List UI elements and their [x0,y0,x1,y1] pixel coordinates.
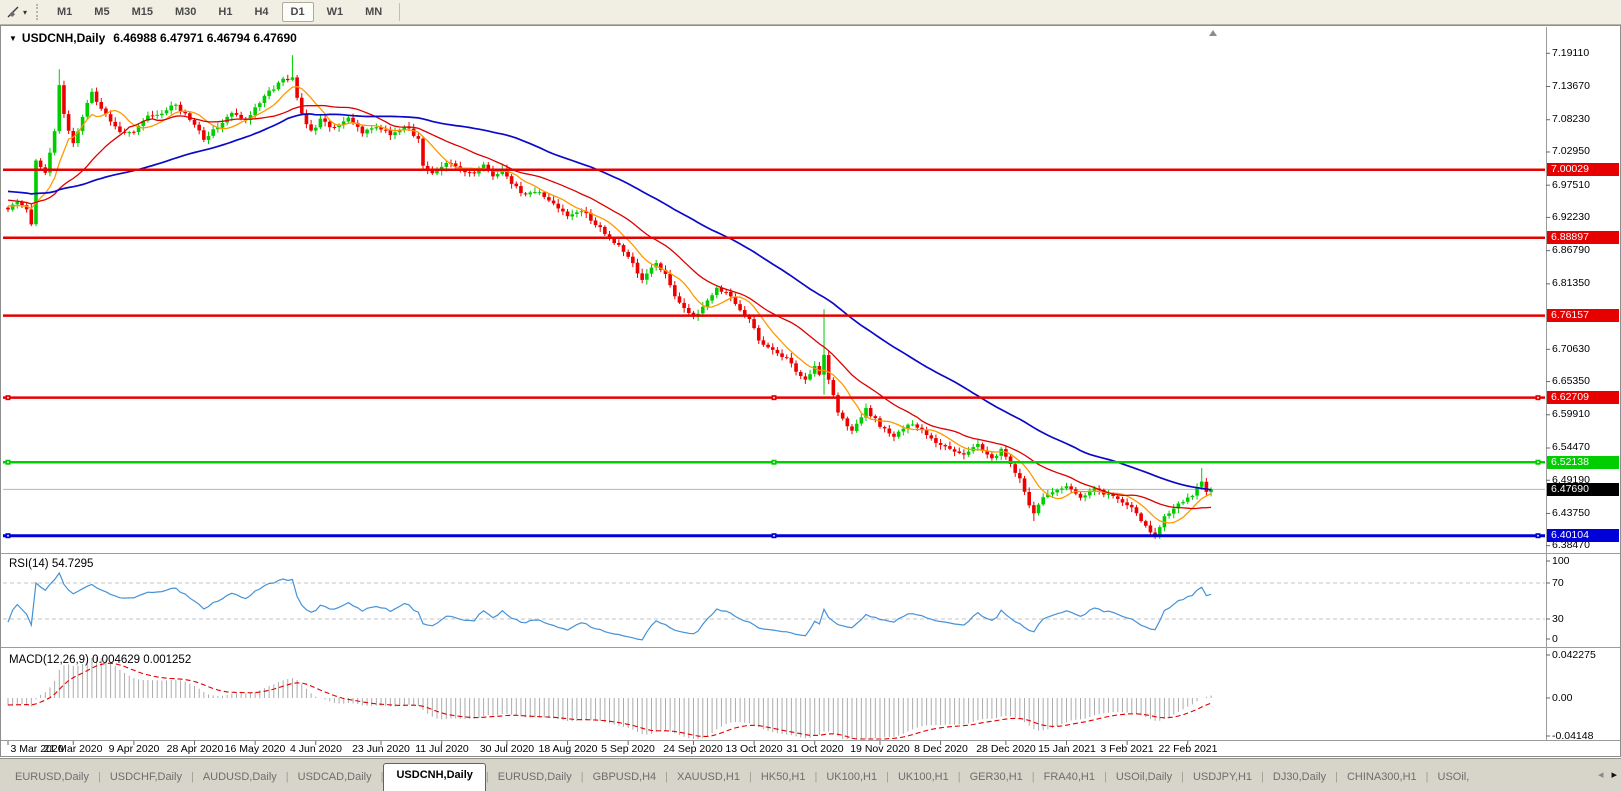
collapse-arrow-icon[interactable]: ▼ [9,34,17,43]
rsi-tick-label: 0 [1552,633,1558,645]
macd-tick-label: -0.04148 [1552,730,1594,742]
price-line-label-resistance-line: 6.62709 [1547,391,1619,404]
price-tick-label: 6.97510 [1552,179,1590,191]
line-handle-center [773,461,775,464]
line-handle-center [773,396,775,399]
price-tick-label: 6.86790 [1552,244,1590,256]
macd-tick-label: 0.042275 [1552,649,1596,661]
price-tick-label: 6.43750 [1552,507,1590,519]
date-tick-label: 8 Dec 2020 [914,743,968,755]
date-tick-label: 5 Sep 2020 [601,743,655,755]
line-handle-center [7,534,9,537]
chart-tab-xauusd-h1[interactable]: XAUUSD,H1 [668,766,749,791]
price-line-label-support-line: 6.40104 [1547,529,1619,542]
line-handle-center [1537,396,1539,399]
chart-tab-usoil-daily[interactable]: USOil,Daily [1107,766,1181,791]
rsi-tick-label: 100 [1552,555,1570,567]
price-line-label-resistance-line: 6.76157 [1547,309,1619,322]
rsi-tick-label: 70 [1552,577,1564,589]
mt4-terminal: { "toolbar": { "timeframes": ["M1","M5",… [0,0,1621,791]
date-tick-label: 22 Feb 2021 [1158,743,1218,755]
chart-tab-ger30-h1[interactable]: GER30,H1 [961,766,1032,791]
chart-tab-usdchf-daily[interactable]: USDCHF,Daily [101,766,191,791]
chart-tab-bar: EURUSD,Daily | USDCHF,Daily | AUDUSD,Daily | U… [0,758,1621,791]
chart-tab-usdjpy-h1[interactable]: USDJPY,H1 [1184,766,1261,791]
date-tick-label: 31 Oct 2020 [786,743,844,755]
price-tick-label: 6.59910 [1552,408,1590,420]
price-line-label-resistance-line: 6.88897 [1547,231,1619,244]
candles-group [6,55,1213,539]
price-tick-label: 7.13670 [1552,80,1590,92]
price-tick-label: 7.02950 [1552,145,1590,157]
line-handle-center [7,396,9,399]
scroll-tabs-right-icon[interactable]: ▸ [1611,770,1617,781]
chart-tab-eurusd-daily[interactable]: EURUSD,Daily [6,766,98,791]
ma-21-line [7,104,1212,510]
rsi-indicator-label: RSI(14) 54.7295 [9,558,94,570]
price-line-label-resistance-line: 7.00029 [1547,163,1619,176]
macd-histogram-group [7,657,1212,739]
chart-tab-hk50-h1[interactable]: HK50,H1 [752,766,815,791]
chart-tab-fra40-h1[interactable]: FRA40,H1 [1035,766,1104,791]
chart-title: ▼ USDCNH,Daily 6.46988 6.47971 6.46794 6.4… [9,31,297,45]
ohlc-values-label: 6.46988 6.47971 6.46794 6.47690 [113,31,297,45]
macd-indicator-label: MACD(12,26,9) 0.004629 0.001252 [9,654,192,666]
price-tick-label: 6.70630 [1552,343,1590,355]
scroll-tabs-left-icon[interactable]: ◂ [1598,770,1604,781]
chart-tab-audusd-daily[interactable]: AUDUSD,Daily [194,766,286,791]
price-line-label-support-line: 6.52138 [1547,456,1619,469]
price-tick-label: 6.92230 [1552,211,1590,223]
chart-tab-eurusd-daily[interactable]: EURUSD,Daily [489,766,581,791]
price-line-label-current-price: 6.47690 [1547,483,1619,496]
price-chart-canvas[interactable] [0,0,1621,791]
date-tick-label: 11 Jul 2020 [415,743,469,755]
price-tick-label: 6.81350 [1552,277,1590,289]
chart-tab-uk100-h1[interactable]: UK100,H1 [817,766,886,791]
chart-tab-usoil-[interactable]: USOil, [1429,766,1479,791]
price-tick-label: 6.54470 [1552,441,1590,453]
rsi-tick-label: 30 [1552,613,1564,625]
symbol-period-label: USDCNH,Daily [21,31,106,45]
chart-tab-dj30-daily[interactable]: DJ30,Daily [1264,766,1335,791]
ma-8-line [7,85,1212,524]
chart-tab-gbpusd-h4[interactable]: GBPUSD,H4 [584,766,666,791]
price-tick-label: 7.08230 [1552,113,1590,125]
date-tick-label: 4 Jun 2020 [290,743,342,755]
chart-tab-china300-h1[interactable]: CHINA300,H1 [1338,766,1426,791]
price-tick-label: 7.19110 [1552,47,1590,59]
macd-tick-label: 0.00 [1552,692,1573,704]
line-handle-center [1537,534,1539,537]
chart-tab-usdcad-daily[interactable]: USDCAD,Daily [289,766,381,791]
line-handle-center [1537,461,1539,464]
chart-tab-uk100-h1[interactable]: UK100,H1 [889,766,958,791]
price-tick-label: 6.65350 [1552,375,1590,387]
chart-shift-marker-icon[interactable] [1209,30,1217,36]
line-handle-center [773,534,775,537]
chart-tab-usdcnh-daily[interactable]: USDCNH,Daily [383,763,486,791]
line-handle-center [7,461,9,464]
chart-tabs: EURUSD,Daily | USDCHF,Daily | AUDUSD,Daily | U… [6,763,1478,791]
